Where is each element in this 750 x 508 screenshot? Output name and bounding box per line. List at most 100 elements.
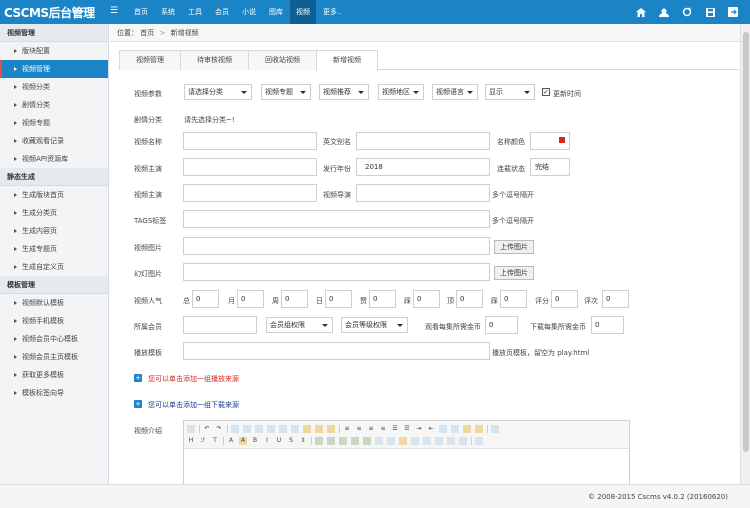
scrollbar[interactable] xyxy=(740,24,750,484)
underline-icon[interactable]: U xyxy=(275,437,283,445)
sidebar-item-member-home-template[interactable]: 视频会员主页模板 xyxy=(0,348,108,366)
subscript-icon[interactable] xyxy=(439,425,447,433)
pop-week-input[interactable]: 0 xyxy=(281,290,308,308)
image-icon[interactable] xyxy=(315,437,323,445)
highlight-icon[interactable]: A xyxy=(239,437,247,445)
ordered-list-icon[interactable]: ☰ xyxy=(391,425,399,433)
language-select[interactable]: 视频语言 xyxy=(432,84,478,100)
pop-dislike-input[interactable]: 0 xyxy=(413,290,440,308)
recommend-select[interactable]: 视频推荐 xyxy=(319,84,369,100)
score-count-input[interactable]: 0 xyxy=(602,290,629,308)
sidebar-item-mobile-template[interactable]: 视频手机模板 xyxy=(0,312,108,330)
sidebar-item-video-category[interactable]: 视频分类 xyxy=(0,78,108,96)
align-center-icon[interactable]: ≡ xyxy=(355,425,363,433)
color-swatch[interactable] xyxy=(559,137,565,143)
heading-icon[interactable]: H xyxy=(187,437,195,445)
add-play-link[interactable]: 您可以单击添加一组播放来源 xyxy=(148,374,239,384)
add-play-icon[interactable]: + xyxy=(134,374,142,382)
pop-month-input[interactable]: 0 xyxy=(237,290,264,308)
hr-icon[interactable] xyxy=(387,437,395,445)
sidebar-item-gen-topic[interactable]: 生成专题页 xyxy=(0,240,108,258)
media-icon[interactable] xyxy=(351,437,359,445)
user-icon[interactable] xyxy=(657,5,671,19)
code-icon[interactable] xyxy=(267,425,275,433)
status-input[interactable]: 完结 xyxy=(530,158,570,176)
upload-slide-button[interactable]: 上传图片 xyxy=(494,266,534,280)
director-input-2[interactable] xyxy=(356,184,490,202)
pop-total-input[interactable]: 0 xyxy=(192,290,219,308)
sidebar-group-template[interactable]: 模板管理 xyxy=(0,276,108,294)
region-select[interactable]: 视频地区 xyxy=(378,84,424,100)
category-select[interactable]: 请选择分类 xyxy=(184,84,252,100)
director-input[interactable] xyxy=(183,184,317,202)
member-group-select[interactable]: 会员组权限 xyxy=(266,317,333,333)
watch-coin-input[interactable]: 0 xyxy=(485,316,518,334)
pop-like-input[interactable]: 0 xyxy=(369,290,396,308)
clear-format-icon[interactable] xyxy=(463,425,471,433)
home-icon[interactable] xyxy=(634,5,648,19)
topnav-video[interactable]: 视频 xyxy=(290,0,316,24)
sidebar-group-static[interactable]: 静态生成 xyxy=(0,168,108,186)
print-icon[interactable] xyxy=(243,425,251,433)
copy-icon[interactable] xyxy=(291,425,299,433)
year-input[interactable]: 2018 xyxy=(356,158,490,176)
template-icon[interactable] xyxy=(255,425,263,433)
file-icon[interactable] xyxy=(363,437,371,445)
indent-icon[interactable]: ⇥ xyxy=(415,425,423,433)
font-size-icon[interactable]: T xyxy=(211,437,219,445)
save-icon[interactable] xyxy=(703,5,717,19)
tab-add-video[interactable]: 新增视频 xyxy=(316,50,378,71)
sidebar-item-plot-category[interactable]: 剧情分类 xyxy=(0,96,108,114)
font-color-icon[interactable]: A xyxy=(227,437,235,445)
add-down-link[interactable]: 您可以单击添加一组下载来源 xyxy=(148,400,239,410)
menu-toggle-icon[interactable]: ☰ xyxy=(110,7,119,16)
special-char-icon[interactable] xyxy=(411,437,419,445)
emoticon-icon[interactable] xyxy=(399,437,407,445)
select-all-icon[interactable] xyxy=(475,425,483,433)
download-coin-input[interactable]: 0 xyxy=(591,316,624,334)
sidebar-item-gen-category[interactable]: 生成分类页 xyxy=(0,204,108,222)
sidebar-item-more-templates[interactable]: 获取更多模板 xyxy=(0,366,108,384)
flash-icon[interactable] xyxy=(339,437,347,445)
cut-icon[interactable] xyxy=(279,425,287,433)
source-icon[interactable] xyxy=(187,425,195,433)
align-right-icon[interactable]: ≡ xyxy=(367,425,375,433)
multi-image-icon[interactable] xyxy=(327,437,335,445)
breadcrumb-home[interactable]: 首页 xyxy=(140,29,154,37)
anchor-icon[interactable] xyxy=(435,437,443,445)
sidebar-item-favorite-record[interactable]: 收藏观看记录 xyxy=(0,132,108,150)
sidebar-item-default-template[interactable]: 视频默认模板 xyxy=(0,294,108,312)
upload-image-button[interactable]: 上传图片 xyxy=(494,240,534,254)
template-input[interactable] xyxy=(183,342,490,360)
link-icon[interactable] xyxy=(447,437,455,445)
outdent-icon[interactable]: ⇤ xyxy=(427,425,435,433)
sidebar-item-tag-wizard[interactable]: 模板标签向导 xyxy=(0,384,108,402)
member-input[interactable] xyxy=(183,316,257,334)
show-select[interactable]: 显示 xyxy=(485,84,535,100)
sidebar-item-api-library[interactable]: 视频API资源库 xyxy=(0,150,108,168)
tab-pending-review[interactable]: 待审核视频 xyxy=(180,50,249,70)
member-level-select[interactable]: 会员等级权限 xyxy=(341,317,408,333)
fullscreen-icon[interactable] xyxy=(491,425,499,433)
paste-icon[interactable] xyxy=(303,425,311,433)
pop-day-input[interactable]: 0 xyxy=(325,290,352,308)
paste-word-icon[interactable] xyxy=(327,425,335,433)
align-justify-icon[interactable]: ≡ xyxy=(379,425,387,433)
topic-select[interactable]: 视频专题 xyxy=(261,84,311,100)
about-icon[interactable] xyxy=(475,437,483,445)
refresh-icon[interactable] xyxy=(680,5,694,19)
preview-icon[interactable] xyxy=(231,425,239,433)
pop-top-input[interactable]: 0 xyxy=(456,290,483,308)
page-break-icon[interactable] xyxy=(423,437,431,445)
sidebar-item-gen-custom[interactable]: 生成自定义页 xyxy=(0,258,108,276)
tab-recycle-bin[interactable]: 回收站视频 xyxy=(248,50,317,70)
topnav-home[interactable]: 首页 xyxy=(128,0,154,24)
topnav-more[interactable]: 更多.. xyxy=(317,0,347,24)
italic-icon[interactable]: I xyxy=(263,437,271,445)
redo-icon[interactable]: ↷ xyxy=(215,425,223,433)
logout-icon[interactable] xyxy=(726,5,740,19)
unlink-icon[interactable] xyxy=(459,437,467,445)
topnav-member[interactable]: 会员 xyxy=(209,0,235,24)
paste-text-icon[interactable] xyxy=(315,425,323,433)
sidebar-item-block-config[interactable]: 版块配置 xyxy=(0,42,108,60)
